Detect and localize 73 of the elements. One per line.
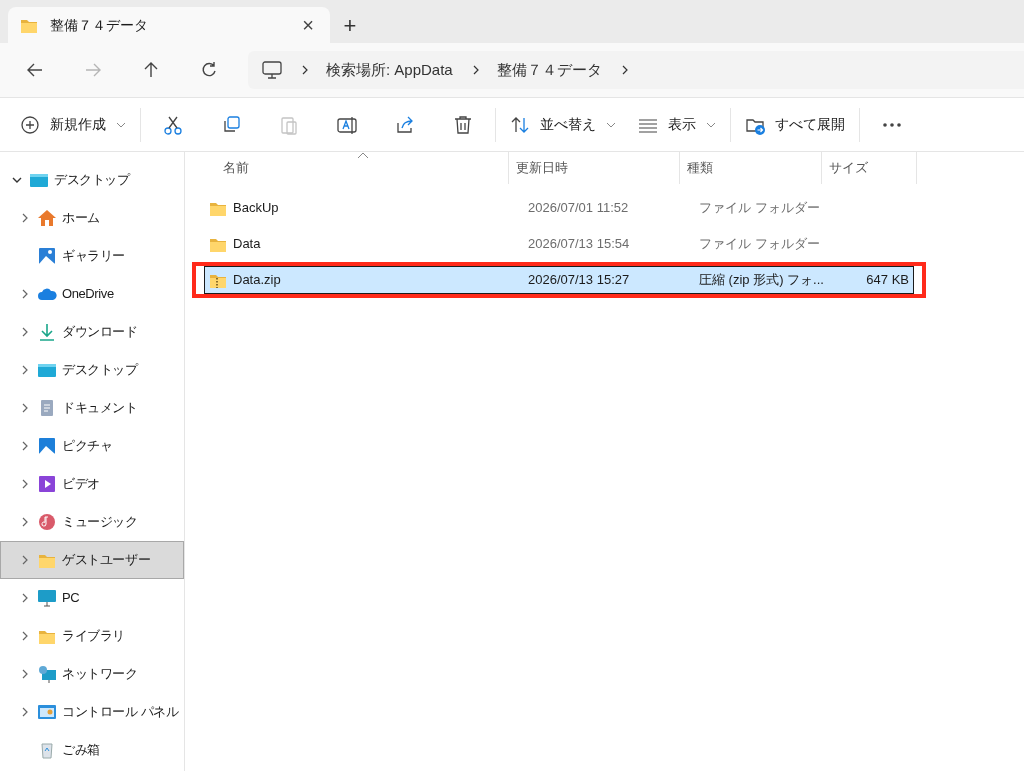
- new-tab-button[interactable]: +: [330, 7, 370, 43]
- sidebar-item[interactable]: ギャラリー: [0, 237, 184, 275]
- cloud-icon: [37, 287, 57, 301]
- modified-date: 2026/07/01 11:52: [527, 199, 630, 218]
- share-icon: [395, 114, 415, 135]
- file-size: 647 KB: [865, 271, 910, 290]
- more-icon: [882, 122, 902, 127]
- extract-button[interactable]: すべて展開: [735, 105, 855, 144]
- tab[interactable]: 整備７４データ ×: [8, 7, 330, 43]
- column-header[interactable]: 種類: [680, 152, 822, 184]
- column-header[interactable]: 更新日時: [509, 152, 680, 184]
- file-name: BackUp: [233, 199, 279, 218]
- sidebar-item[interactable]: OneDrive: [0, 275, 184, 313]
- column-header[interactable]: サイズ: [822, 152, 917, 184]
- refresh-icon: [200, 61, 218, 79]
- home-icon: [37, 209, 57, 227]
- music-icon: [38, 513, 56, 531]
- video-icon: [38, 475, 56, 493]
- sidebar-item[interactable]: ライブラリ: [0, 617, 184, 655]
- copy-icon: [221, 114, 241, 135]
- download-icon: [38, 323, 56, 341]
- plus-circle-icon: [20, 114, 40, 135]
- sidebar-item[interactable]: PC: [0, 579, 184, 617]
- sidebar-item[interactable]: ごみ箱: [0, 731, 184, 769]
- sidebar-item[interactable]: コントロール パネル: [0, 693, 184, 731]
- modified-date: 2026/07/13 15:27: [527, 271, 631, 290]
- monitor-icon: [37, 589, 57, 607]
- sidebar-item[interactable]: ネットワーク: [0, 655, 184, 693]
- column-header[interactable]: 名前: [185, 152, 509, 184]
- desktop-icon: [37, 362, 57, 378]
- document-icon: [39, 399, 55, 417]
- file-row[interactable]: BackUp 2026/07/01 11:52 ファイル フォルダー: [204, 194, 914, 222]
- sidebar-item[interactable]: ピクチャ: [0, 427, 184, 465]
- network-icon: [37, 665, 57, 683]
- file-name: Data.zip: [233, 271, 281, 290]
- recycle-bin-icon: [39, 741, 55, 759]
- file-row[interactable]: Data.zip 2026/07/13 15:27 圧縮 (zip 形式) フォ... 647 KB: [204, 266, 914, 294]
- sidebar-item[interactable]: デスクトップ: [0, 161, 184, 199]
- control-panel-icon: [37, 704, 57, 720]
- image-icon: [37, 247, 57, 265]
- close-button[interactable]: ×: [298, 10, 318, 40]
- sidebar-item[interactable]: ホーム: [0, 199, 184, 237]
- address-bar[interactable]: 検索場所: AppData 整備７４データ: [248, 51, 1024, 89]
- view-button[interactable]: 表示: [628, 105, 726, 144]
- file-type: ファイル フォルダー: [698, 199, 821, 218]
- sidebar-item[interactable]: ドキュメント: [0, 389, 184, 427]
- tab-title: 整備７４データ: [50, 15, 149, 35]
- scissors-icon: [163, 114, 183, 135]
- file-type: 圧縮 (zip 形式) フォ...: [698, 271, 825, 290]
- sort-caret-icon: [357, 152, 369, 159]
- sidebar-item[interactable]: デスクトップ: [0, 351, 184, 389]
- trash-icon: [453, 114, 473, 135]
- new-button[interactable]: 新規作成: [10, 105, 136, 144]
- up-arrow-icon: [142, 61, 160, 79]
- modified-date: 2026/07/13 15:54: [527, 235, 631, 254]
- sidebar-item[interactable]: ビデオ: [0, 465, 184, 503]
- breadcrumb-item[interactable]: 検索場所: AppData: [326, 58, 453, 82]
- file-type: ファイル フォルダー: [698, 235, 821, 254]
- chevron-right-icon: [300, 65, 308, 75]
- file-row[interactable]: Data 2026/07/13 15:54 ファイル フォルダー: [204, 230, 914, 258]
- sidebar-item[interactable]: ミュージック: [0, 503, 184, 541]
- image-icon: [38, 437, 56, 455]
- sidebar-item[interactable]: ゲストユーザー: [0, 541, 184, 579]
- monitor-icon: [262, 61, 282, 79]
- clipboard-icon: [279, 114, 299, 135]
- sidebar-item[interactable]: ダウンロード: [0, 313, 184, 351]
- forward-arrow-icon: [84, 61, 102, 79]
- rename-icon: [337, 114, 357, 135]
- back-arrow-icon: [26, 61, 44, 79]
- sort-button[interactable]: 並べ替え: [500, 105, 626, 144]
- breadcrumb-item[interactable]: 整備７４データ: [496, 58, 602, 82]
- desktop-icon: [29, 172, 49, 188]
- file-name: Data: [233, 235, 261, 254]
